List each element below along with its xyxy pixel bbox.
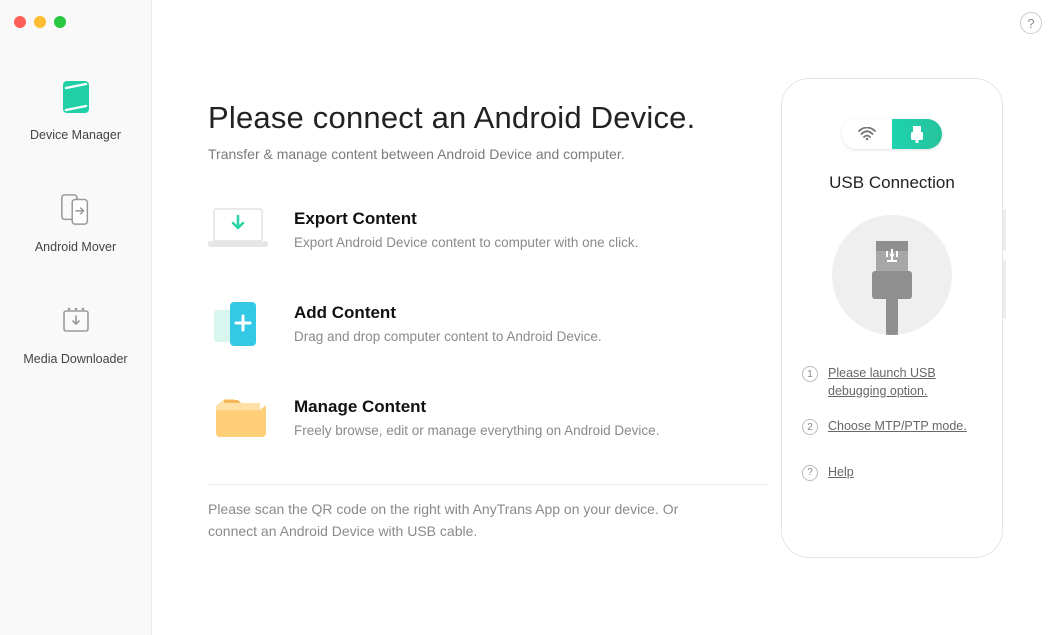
manage-content-icon [208, 390, 268, 444]
question-icon: ? [1027, 16, 1034, 31]
feature-add-content[interactable]: Add Content Drag and drop computer conte… [208, 296, 768, 350]
step-1: 1 Please launch USB debugging option. [802, 365, 982, 400]
feature-desc: Freely browse, edit or manage everything… [294, 423, 659, 438]
wifi-toggle-option[interactable] [842, 119, 892, 149]
phone-frame: USB Connection 1 Please launch USB d [781, 78, 1003, 558]
step-number: 2 [802, 419, 818, 435]
main-area: ? Please connect an Android Device. Tran… [152, 0, 1060, 635]
help-link[interactable]: Help [828, 464, 854, 482]
media-downloader-icon [59, 304, 93, 338]
step-list: 1 Please launch USB debugging option. 2 … [800, 365, 984, 481]
step-2: 2 Choose MTP/PTP mode. [802, 418, 982, 436]
step-link-usb-debugging[interactable]: Please launch USB debugging option. [828, 365, 982, 400]
content-column: Please connect an Android Device. Transf… [208, 0, 768, 635]
add-content-icon [208, 296, 268, 350]
fullscreen-window-icon[interactable] [54, 16, 66, 28]
window-controls [0, 16, 151, 58]
usb-plug-icon [910, 125, 924, 143]
feature-desc: Drag and drop computer content to Androi… [294, 329, 602, 344]
usb-toggle-option[interactable] [892, 119, 942, 149]
connection-title: USB Connection [800, 173, 984, 193]
sidebar-item-label: Device Manager [30, 128, 121, 142]
feature-title: Export Content [294, 209, 638, 229]
step-number: ? [802, 465, 818, 481]
step-link-mtp-ptp[interactable]: Choose MTP/PTP mode. [828, 418, 967, 436]
sidebar: Device Manager Android Mover Media D [0, 0, 152, 635]
export-content-icon [208, 202, 268, 256]
usb-connector-graphic [832, 215, 952, 335]
device-manager-icon [59, 80, 93, 114]
sidebar-item-device-manager[interactable]: Device Manager [0, 58, 151, 170]
usb-connector-icon [862, 235, 922, 335]
app-window: Device Manager Android Mover Media D [0, 0, 1060, 635]
feature-manage-content[interactable]: Manage Content Freely browse, edit or ma… [208, 390, 768, 444]
step-number: 1 [802, 366, 818, 382]
feature-desc: Export Android Device content to compute… [294, 235, 638, 250]
footer-note: Please scan the QR code on the right wit… [208, 499, 728, 542]
close-window-icon[interactable] [14, 16, 26, 28]
sidebar-item-media-downloader[interactable]: Media Downloader [0, 282, 151, 394]
feature-title: Add Content [294, 303, 602, 323]
android-mover-icon [59, 192, 93, 226]
device-column: USB Connection 1 Please launch USB d [768, 0, 1016, 635]
divider [208, 484, 768, 485]
step-help: ? Help [802, 464, 982, 482]
feature-export-content[interactable]: Export Content Export Android Device con… [208, 202, 768, 256]
sidebar-item-label: Android Mover [35, 240, 116, 254]
page-subtitle: Transfer & manage content between Androi… [208, 146, 768, 162]
connection-toggle[interactable] [800, 119, 984, 149]
minimize-window-icon[interactable] [34, 16, 46, 28]
wifi-icon [858, 127, 876, 141]
sidebar-item-android-mover[interactable]: Android Mover [0, 170, 151, 282]
feature-title: Manage Content [294, 397, 659, 417]
sidebar-item-label: Media Downloader [23, 352, 127, 366]
page-title: Please connect an Android Device. [208, 100, 768, 136]
help-button[interactable]: ? [1020, 12, 1042, 34]
